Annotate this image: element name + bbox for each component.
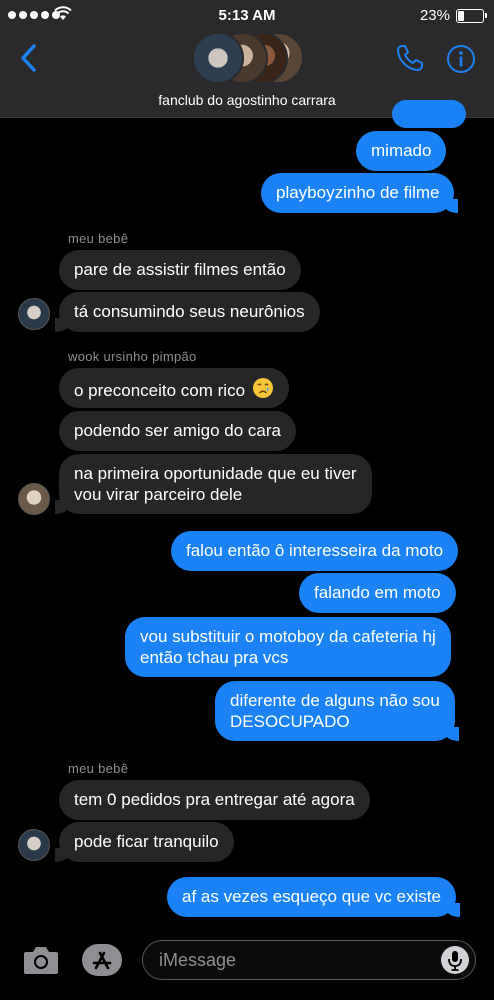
message-bubble-partial: [392, 100, 466, 128]
group-avatar-1: [192, 32, 244, 84]
message-text: pare de assistir filmes então: [74, 260, 286, 279]
battery-level: [458, 11, 464, 21]
message-bubble-incoming: tem 0 pedidos pra entregar até agora: [59, 780, 370, 820]
message-text: mimado: [371, 141, 432, 160]
message-bubble-outgoing: playboyzinho de filme: [261, 173, 459, 213]
message-text: playboyzinho de filme: [276, 183, 440, 202]
message-bubble-outgoing: falou então ô interesseira da moto: [171, 531, 459, 571]
crying-face-emoji: [252, 378, 273, 398]
message-text: podendo ser amigo do cara: [74, 421, 281, 440]
battery-percentage: 23%: [419, 7, 450, 24]
message-bubble-incoming: pode ficar tranquilo: [55, 822, 234, 862]
message-text: falando em moto: [314, 583, 441, 602]
message-text: pode ficar tranquilo: [74, 832, 219, 851]
message-text: falou então ô interesseira da moto: [186, 541, 444, 560]
microphone-icon[interactable]: [441, 946, 469, 974]
sender-name: meu bebê: [68, 231, 129, 246]
message-text: tem 0 pedidos pra entregar até agora: [74, 790, 355, 809]
message-text-line-2: DESOCUPADO: [230, 712, 350, 731]
message-text-line-1: vou substituir o motoboy da cafeteria hj: [140, 627, 436, 646]
message-text-line-2: então tchau pra vcs: [140, 648, 289, 667]
back-chevron-icon[interactable]: [14, 40, 44, 76]
compose-bar: [0, 930, 494, 1000]
sender-name: meu bebê: [68, 761, 129, 776]
message-text-line-1: diferente de alguns não sou: [230, 691, 440, 710]
message-text: tá consumindo seus neurônios: [74, 302, 305, 321]
message-text: af as vezes esqueço que vc existe: [182, 887, 441, 906]
message-bubble-outgoing: falando em moto: [299, 573, 456, 613]
message-bubble-incoming: podendo ser amigo do cara: [59, 411, 296, 451]
message-text: o preconceito com rico: [74, 381, 246, 400]
message-input-field[interactable]: [142, 940, 476, 980]
battery-icon: [456, 9, 487, 23]
message-text-line-1: na primeira oportunidade que eu tiver: [74, 464, 357, 483]
contact-avatar[interactable]: [18, 483, 50, 515]
contact-avatar[interactable]: [18, 829, 50, 861]
message-bubble-incoming: o preconceito com rico: [59, 368, 289, 408]
camera-icon[interactable]: [22, 944, 60, 976]
group-avatar-stack[interactable]: [192, 32, 304, 84]
message-bubble-outgoing: mimado: [356, 131, 447, 171]
status-bar: 5:13 AM 23%: [0, 0, 494, 32]
message-input[interactable]: [159, 941, 429, 979]
message-bubble-incoming: tá consumindo seus neurônios: [55, 292, 320, 332]
message-bubble-incoming: pare de assistir filmes então: [59, 250, 301, 290]
message-bubble-outgoing: vou substituir o motoboy da cafeteria hj…: [125, 617, 451, 677]
message-bubble-outgoing: diferente de alguns não sou DESOCUPADO: [215, 681, 459, 741]
info-icon[interactable]: [446, 44, 476, 74]
message-text-line-2: vou virar parceiro dele: [74, 485, 243, 504]
contact-avatar[interactable]: [18, 298, 50, 330]
message-bubble-outgoing: af as vezes esqueço que vc existe: [167, 877, 460, 917]
app-store-icon[interactable]: [82, 944, 122, 976]
sender-name: wook ursinho pimpão: [68, 349, 197, 364]
message-bubble-incoming: na primeira oportunidade que eu tiver vo…: [55, 454, 372, 514]
phone-icon[interactable]: [394, 42, 426, 74]
